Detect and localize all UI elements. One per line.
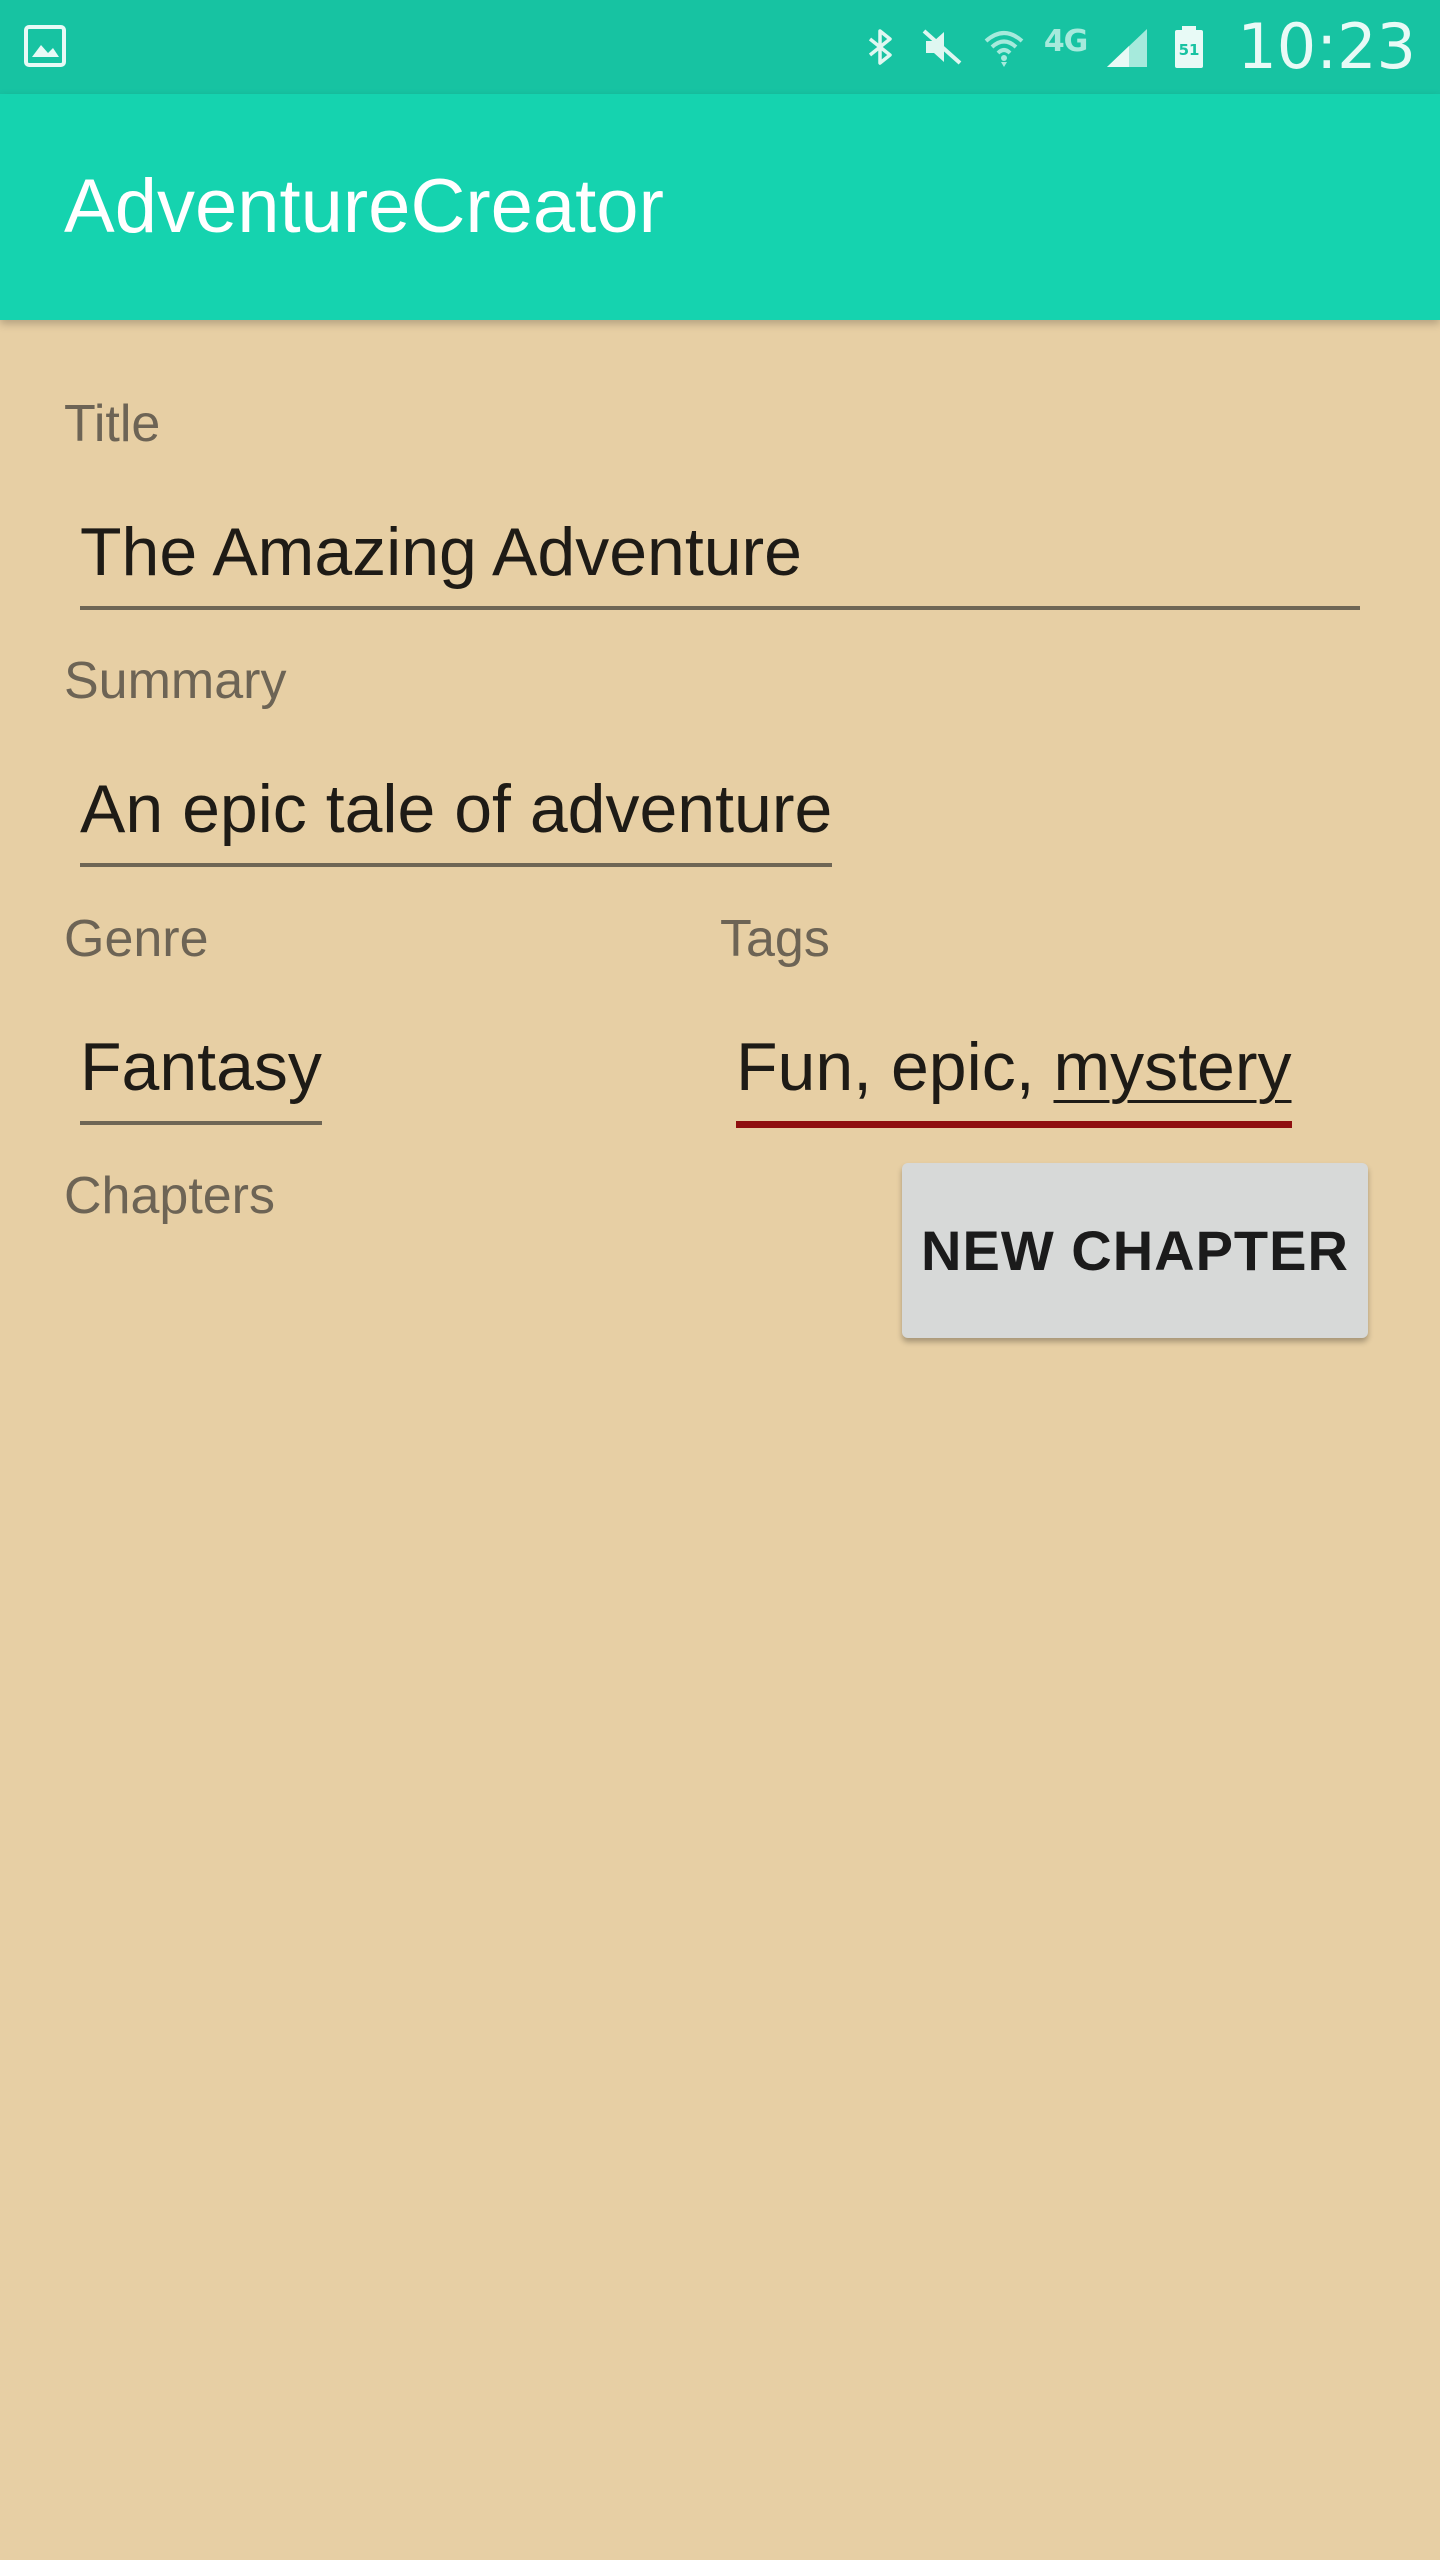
- app-title: AdventureCreator: [64, 164, 664, 249]
- genre-label: Genre: [64, 910, 209, 968]
- title-label: Title: [64, 395, 161, 453]
- bluetooth-icon: [868, 29, 892, 65]
- mute-icon: [922, 29, 962, 65]
- tags-label: Tags: [720, 910, 830, 968]
- app-bar: AdventureCreator: [0, 94, 1440, 320]
- gallery-icon: [24, 25, 66, 67]
- tags-committed-text: Fun, epic,: [736, 1029, 1054, 1105]
- network-type-label: 4G: [1043, 24, 1088, 59]
- title-input[interactable]: The Amazing Adventure: [80, 518, 1360, 610]
- summary-input[interactable]: An epic tale of adventure: [80, 775, 833, 867]
- battery-level-text: 51: [1179, 41, 1200, 59]
- signal-icon: [1107, 29, 1148, 67]
- chapters-label: Chapters: [64, 1167, 275, 1225]
- battery-icon: 51: [1175, 26, 1204, 68]
- new-chapter-button[interactable]: NEW CHAPTER: [902, 1163, 1368, 1338]
- tags-composing-text: mystery: [1053, 1029, 1292, 1105]
- wifi-icon: [984, 31, 1024, 67]
- status-bar: 4G 51 10:23: [0, 0, 1440, 94]
- genre-input[interactable]: Fantasy: [80, 1033, 322, 1125]
- tags-input[interactable]: Fun, epic, mystery: [736, 1033, 1292, 1128]
- summary-label: Summary: [64, 652, 287, 710]
- status-time: 10:23: [1237, 10, 1416, 83]
